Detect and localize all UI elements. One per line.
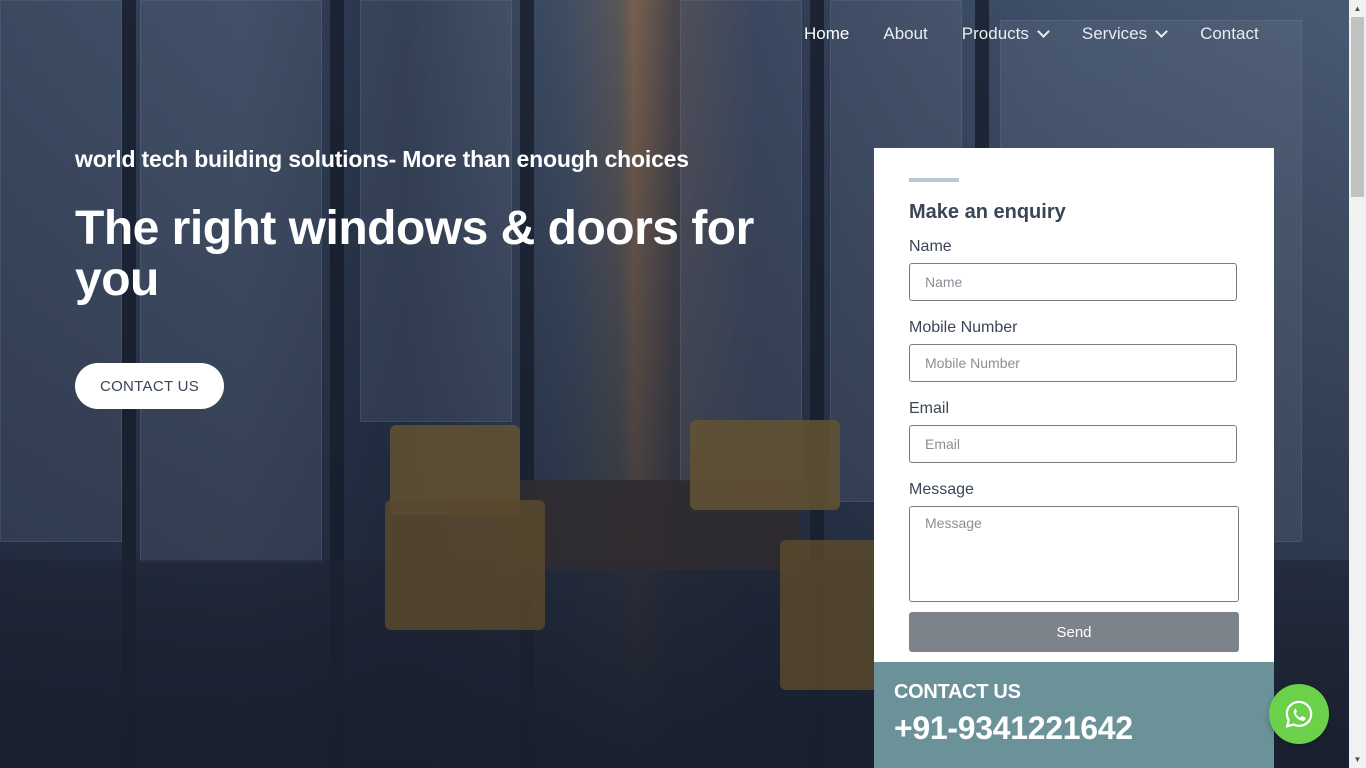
- contact-label: CONTACT US: [894, 681, 1021, 703]
- email-input[interactable]: [909, 425, 1237, 463]
- nav-label: About: [883, 24, 928, 43]
- nav-item-contact[interactable]: Contact: [1200, 24, 1259, 44]
- hero-tagline: world tech building solutions- More than…: [75, 146, 689, 172]
- nav-item-home[interactable]: Home: [804, 24, 849, 44]
- name-label: Name: [909, 238, 952, 255]
- scroll-thumb[interactable]: [1351, 17, 1364, 197]
- enquiry-title: Make an enquiry: [909, 201, 1066, 223]
- whatsapp-button[interactable]: [1269, 684, 1329, 744]
- send-button[interactable]: Send: [909, 612, 1239, 652]
- nav-label: Home: [804, 24, 850, 43]
- card-accent-line: [909, 178, 959, 182]
- nav-item-products[interactable]: Products: [961, 24, 1050, 44]
- main-nav: Home About Products Services Contact: [804, 24, 1293, 44]
- message-textarea[interactable]: [909, 506, 1239, 602]
- chevron-down-icon: [1037, 25, 1050, 38]
- nav-label: Services: [1081, 24, 1148, 43]
- whatsapp-icon: [1285, 700, 1313, 728]
- scroll-up-arrow-icon[interactable]: ▲: [1349, 0, 1366, 17]
- contact-phone[interactable]: +91-9341221642: [894, 710, 1133, 747]
- message-label: Message: [909, 481, 974, 498]
- email-label: Email: [909, 400, 950, 417]
- nav-item-services[interactable]: Services: [1081, 24, 1168, 44]
- chevron-down-icon: [1155, 25, 1168, 38]
- contact-us-button[interactable]: CONTACT US: [75, 363, 224, 409]
- enquiry-form: Make an enquiry Name Mobile Number Email…: [874, 148, 1274, 662]
- mobile-number-input[interactable]: [909, 344, 1237, 382]
- page-scrollbar[interactable]: ▲ ▼: [1349, 0, 1366, 768]
- nav-item-about[interactable]: About: [883, 24, 927, 44]
- name-input[interactable]: [909, 263, 1237, 301]
- mobile-label: Mobile Number: [909, 319, 1018, 336]
- contact-strip: CONTACT US +91-9341221642: [874, 662, 1274, 768]
- hero-title: The right windows & doors for you: [75, 202, 754, 306]
- scroll-down-arrow-icon[interactable]: ▼: [1349, 751, 1366, 768]
- nav-label: Contact: [1200, 24, 1259, 43]
- nav-label: Products: [961, 24, 1029, 43]
